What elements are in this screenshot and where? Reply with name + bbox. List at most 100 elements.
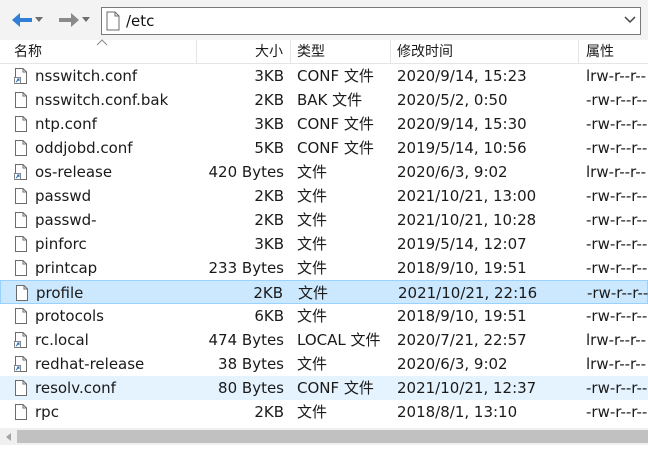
file-name: passwd	[35, 187, 92, 205]
file-type: 文件	[297, 211, 328, 229]
forward-arrow-icon[interactable]	[57, 9, 81, 31]
file-type: BAK 文件	[297, 91, 363, 109]
file-size: 3KB	[254, 67, 284, 85]
file-row[interactable]: protocols 6KB 文件 2018/9/10, 19:51 -rw-r--r--	[0, 304, 648, 328]
back-history-dropdown-icon[interactable]	[34, 9, 44, 31]
file-name: redhat-release	[35, 355, 145, 373]
back-button[interactable]	[10, 9, 44, 31]
file-modified: 2018/9/10, 19:51	[397, 307, 527, 325]
forward-button[interactable]	[57, 9, 91, 31]
column-separator[interactable]	[290, 40, 291, 64]
file-attributes: lrw-r--r--	[586, 67, 647, 85]
file-size: 2KB	[254, 211, 284, 229]
file-size: 6KB	[254, 307, 284, 325]
file-modified: 2018/8/1, 13:10	[397, 403, 518, 421]
file-icon	[15, 212, 27, 228]
file-row[interactable]: rc.local 474 Bytes LOCAL 文件 2020/7/21, 22:5…	[0, 328, 648, 352]
file-name: oddjobd.conf	[35, 139, 133, 157]
file-size: 3KB	[254, 115, 284, 133]
column-header-type[interactable]: 类型	[297, 40, 325, 64]
file-icon	[15, 308, 27, 324]
path-input[interactable]: /etc	[101, 7, 641, 35]
link-file-icon	[14, 332, 27, 348]
file-type: 文件	[298, 284, 329, 302]
file-type: CONF 文件	[297, 67, 374, 85]
file-size: 474 Bytes	[208, 331, 285, 349]
file-size: 3KB	[254, 235, 284, 253]
file-icon	[15, 404, 27, 420]
file-row[interactable]: os-release 420 Bytes 文件 2020/6/3, 9:02 lrw-r…	[0, 160, 648, 184]
file-modified: 2019/5/14, 12:07	[397, 235, 527, 253]
file-modified: 2020/7/21, 22:57	[397, 331, 527, 349]
file-row[interactable]: pinforc 3KB 文件 2019/5/14, 12:07 -rw-r--r--	[0, 232, 648, 256]
file-attributes: lrw-r--r--	[586, 355, 647, 373]
file-icon	[15, 116, 27, 132]
file-attributes: -rw-r--r--	[587, 284, 648, 302]
file-modified: 2018/9/10, 19:51	[397, 259, 527, 277]
file-type: 文件	[297, 187, 328, 205]
file-attributes: -rw-r--r--	[586, 139, 648, 157]
file-attributes: -rw-r--r--	[586, 187, 648, 205]
file-name: resolv.conf	[35, 379, 116, 397]
file-row[interactable]: redhat-release 38 Bytes 文件 2020/6/3, 9:02 lr…	[0, 352, 648, 376]
file-row[interactable]: nsswitch.conf.bak 2KB BAK 文件 2020/5/2, 0:50…	[0, 88, 648, 112]
file-size: 80 Bytes	[218, 379, 284, 397]
file-icon	[15, 92, 27, 108]
file-row[interactable]: passwd- 2KB 文件 2021/10/21, 10:28 -rw-r--r--	[0, 208, 648, 232]
chevron-down-icon[interactable]	[624, 15, 636, 25]
file-name: passwd-	[35, 211, 97, 229]
file-row[interactable]: passwd 2KB 文件 2021/10/21, 13:00 -rw-r--r--	[0, 184, 648, 208]
folder-document-icon	[106, 11, 120, 31]
file-type: 文件	[297, 403, 328, 421]
file-type: CONF 文件	[297, 139, 374, 157]
forward-history-dropdown-icon[interactable]	[81, 9, 91, 31]
file-row[interactable]: profile 2KB 文件 2021/10/21, 22:16 -rw-r--r--	[0, 280, 648, 304]
column-header-attributes[interactable]: 属性	[586, 40, 614, 64]
file-row[interactable]: printcap 233 Bytes 文件 2018/9/10, 19:51 -rw-r…	[0, 256, 648, 280]
file-size: 233 Bytes	[208, 259, 285, 277]
file-size: 2KB	[254, 403, 284, 421]
column-separator[interactable]	[196, 40, 197, 64]
file-type: 文件	[297, 163, 328, 181]
file-modified: 2021/10/21, 10:28	[397, 211, 537, 229]
file-modified: 2020/9/14, 15:23	[397, 67, 527, 85]
file-type: 文件	[297, 259, 328, 277]
horizontal-scrollbar[interactable]	[0, 428, 648, 445]
column-separator[interactable]	[578, 40, 579, 64]
back-arrow-icon[interactable]	[10, 9, 34, 31]
file-size: 2KB	[254, 187, 284, 205]
file-icon	[15, 260, 27, 276]
file-attributes: -rw-r--r--	[586, 115, 648, 133]
file-row[interactable]: oddjobd.conf 5KB CONF 文件 2019/5/14, 10:56 -r…	[0, 136, 648, 160]
file-name: os-release	[35, 163, 113, 181]
file-size: 5KB	[254, 139, 284, 157]
file-attributes: -rw-r--r--	[586, 403, 648, 421]
file-icon	[15, 380, 27, 396]
file-icon	[16, 285, 28, 301]
file-type: 文件	[297, 307, 328, 325]
file-icon	[15, 188, 27, 204]
file-name: pinforc	[35, 235, 87, 253]
column-header-name[interactable]: 名称	[14, 40, 42, 64]
file-type: 文件	[297, 355, 328, 373]
file-size: 38 Bytes	[218, 355, 284, 373]
file-name: nsswitch.conf	[35, 67, 138, 85]
column-separator[interactable]	[390, 40, 391, 64]
file-name: protocols	[35, 307, 105, 325]
file-type: LOCAL 文件	[297, 331, 381, 349]
column-header-size[interactable]: 大小	[255, 40, 283, 64]
file-row[interactable]: ntp.conf 3KB CONF 文件 2020/9/14, 15:30 -rw-r-…	[0, 112, 648, 136]
column-header-modified[interactable]: 修改时间	[397, 40, 453, 64]
file-row[interactable]: nsswitch.conf 3KB CONF 文件 2020/9/14, 15:23 l…	[0, 64, 648, 88]
file-size: 2KB	[254, 91, 284, 109]
file-row[interactable]: resolv.conf 80 Bytes CONF 文件 2021/10/21, 12…	[0, 376, 648, 400]
file-modified: 2021/10/21, 12:37	[397, 379, 537, 397]
scroll-left-icon[interactable]	[0, 428, 17, 445]
scrollbar-thumb[interactable]	[17, 430, 648, 443]
file-list: nsswitch.conf 3KB CONF 文件 2020/9/14, 15:23 l…	[0, 64, 648, 428]
path-text[interactable]: /etc	[126, 12, 154, 30]
file-attributes: -rw-r--r--	[586, 235, 648, 253]
file-type: CONF 文件	[297, 379, 374, 397]
file-row[interactable]: rpc 2KB 文件 2018/8/1, 13:10 -rw-r--r--	[0, 400, 648, 424]
file-modified: 2020/5/2, 0:50	[397, 91, 508, 109]
